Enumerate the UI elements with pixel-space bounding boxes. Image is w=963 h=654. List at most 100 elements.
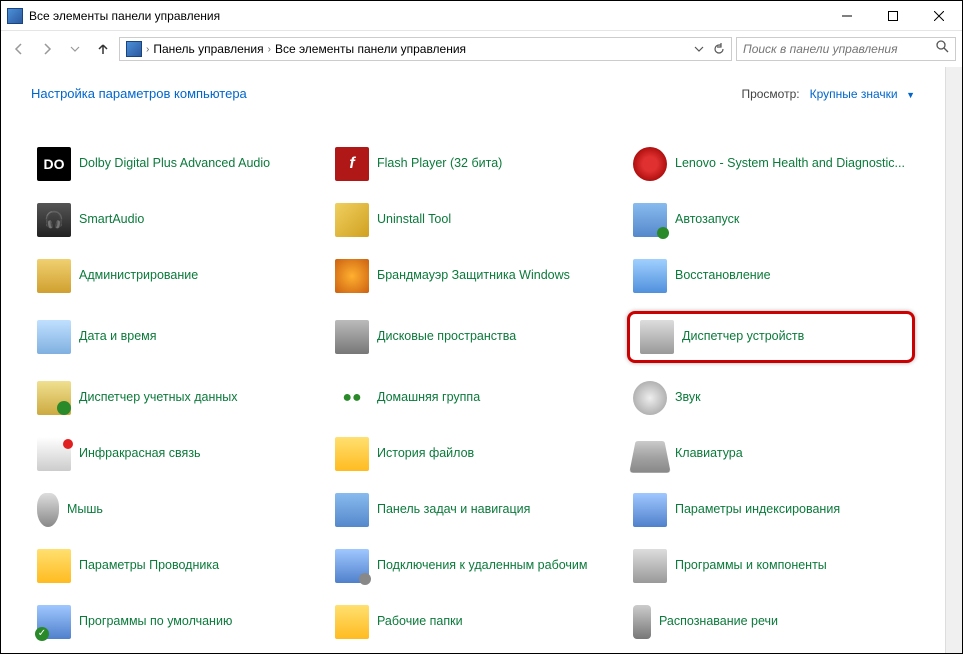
default-icon <box>37 605 71 639</box>
item-label: Брандмауэр Защитника Windows <box>377 268 570 284</box>
control-panel-item[interactable]: Параметры Проводника <box>31 545 319 587</box>
homegroup-icon: ●● <box>335 381 369 415</box>
control-panel-item[interactable]: Рабочие папки <box>329 601 617 643</box>
view-label: Просмотр: <box>741 87 799 101</box>
control-panel-item[interactable]: Мышь <box>31 489 319 531</box>
breadcrumb-current[interactable]: Все элементы панели управления <box>271 42 470 56</box>
uninstall-icon <box>335 203 369 237</box>
recent-button[interactable] <box>63 37 87 61</box>
page-title: Настройка параметров компьютера <box>31 86 741 101</box>
disk-icon <box>335 320 369 354</box>
minimize-button[interactable] <box>824 1 870 31</box>
item-label: Администрирование <box>79 268 198 284</box>
control-panel-item[interactable]: 🎧 SmartAudio <box>31 199 319 241</box>
window-title: Все элементы панели управления <box>29 9 824 23</box>
taskbar-icon <box>335 493 369 527</box>
item-label: Домашняя группа <box>377 390 480 406</box>
item-label: Параметры индексирования <box>675 502 840 518</box>
control-panel-item[interactable]: Программы и компоненты <box>627 545 915 587</box>
forward-button[interactable] <box>35 37 59 61</box>
back-button[interactable] <box>7 37 31 61</box>
item-label: Дисковые пространства <box>377 329 516 345</box>
control-panel-icon <box>126 41 142 57</box>
item-label: Панель задач и навигация <box>377 502 530 518</box>
control-panel-item[interactable]: Распознавание речи <box>627 601 915 643</box>
infrared-icon <box>37 437 71 471</box>
autostart-icon <box>633 203 667 237</box>
breadcrumb-root[interactable]: Панель управления <box>149 42 267 56</box>
window-controls <box>824 1 962 31</box>
search-input[interactable] <box>743 42 936 56</box>
items-grid: DO Dolby Digital Plus Advanced Audio f Flas… <box>31 143 915 643</box>
item-label: Dolby Digital Plus Advanced Audio <box>79 156 270 172</box>
dolby-icon: DO <box>37 147 71 181</box>
scrollbar[interactable] <box>945 67 962 653</box>
flash-icon: f <box>335 147 369 181</box>
control-panel-item[interactable]: Подключения к удаленным рабочим <box>329 545 617 587</box>
control-panel-item[interactable]: Восстановление <box>627 255 915 297</box>
address-bar[interactable]: › Панель управления › Все элементы панел… <box>119 37 732 61</box>
firewall-icon <box>335 259 369 293</box>
item-label: SmartAudio <box>79 212 144 228</box>
item-label: Программы по умолчанию <box>79 614 232 630</box>
control-panel-item[interactable]: Программы по умолчанию <box>31 601 319 643</box>
item-label: Uninstall Tool <box>377 212 451 228</box>
history-icon <box>335 437 369 471</box>
control-panel-item[interactable]: Клавиатура <box>627 433 915 475</box>
admin-icon <box>37 259 71 293</box>
sound-icon <box>633 381 667 415</box>
control-panel-item[interactable]: Брандмауэр Защитника Windows <box>329 255 617 297</box>
programs-icon <box>633 549 667 583</box>
up-button[interactable] <box>91 37 115 61</box>
item-label: Восстановление <box>675 268 771 284</box>
search-icon[interactable] <box>936 40 949 58</box>
control-panel-item[interactable]: ●● Домашняя группа <box>329 377 617 419</box>
control-panel-item[interactable]: Панель задач и навигация <box>329 489 617 531</box>
item-label: Программы и компоненты <box>675 558 827 574</box>
explorer-icon <box>37 549 71 583</box>
item-label: Подключения к удаленным рабочим <box>377 558 588 574</box>
control-panel-item[interactable]: Диспетчер учетных данных <box>31 377 319 419</box>
control-panel-item[interactable]: Lenovo - System Health and Diagnostic... <box>627 143 915 185</box>
item-label: Дата и время <box>79 329 157 345</box>
speech-icon <box>633 605 651 639</box>
lenovo-icon <box>633 147 667 181</box>
creds-icon <box>37 381 71 415</box>
address-dropdown-button[interactable] <box>689 39 709 59</box>
control-panel-item[interactable]: f Flash Player (32 бита) <box>329 143 617 185</box>
app-icon <box>7 8 23 24</box>
devmgr-icon <box>640 320 674 354</box>
smartaudio-icon: 🎧 <box>37 203 71 237</box>
chevron-down-icon: ▼ <box>906 90 915 100</box>
item-label: Клавиатура <box>675 446 743 462</box>
titlebar: Все элементы панели управления <box>1 1 962 31</box>
item-label: Мышь <box>67 502 103 518</box>
search-box[interactable] <box>736 37 956 61</box>
item-label: Автозапуск <box>675 212 739 228</box>
item-label: Распознавание речи <box>659 614 778 630</box>
control-panel-item[interactable]: Дата и время <box>31 311 319 363</box>
control-panel-item[interactable]: Диспетчер устройств <box>627 311 915 363</box>
remote-icon <box>335 549 369 583</box>
control-panel-item[interactable]: Uninstall Tool <box>329 199 617 241</box>
item-label: Рабочие папки <box>377 614 463 630</box>
item-label: Звук <box>675 390 701 406</box>
control-panel-item[interactable]: Звук <box>627 377 915 419</box>
control-panel-item[interactable]: Автозапуск <box>627 199 915 241</box>
datetime-icon <box>37 320 71 354</box>
control-panel-item[interactable]: История файлов <box>329 433 617 475</box>
control-panel-item[interactable]: Дисковые пространства <box>329 311 617 363</box>
control-panel-item[interactable]: Инфракрасная связь <box>31 433 319 475</box>
control-panel-item[interactable]: Параметры индексирования <box>627 489 915 531</box>
refresh-button[interactable] <box>709 39 729 59</box>
navbar: › Панель управления › Все элементы панел… <box>1 31 962 67</box>
item-label: Диспетчер устройств <box>682 329 804 345</box>
maximize-button[interactable] <box>870 1 916 31</box>
control-panel-item[interactable]: DO Dolby Digital Plus Advanced Audio <box>31 143 319 185</box>
item-label: История файлов <box>377 446 474 462</box>
item-label: Flash Player (32 бита) <box>377 156 502 172</box>
control-panel-item[interactable]: Администрирование <box>31 255 319 297</box>
close-button[interactable] <box>916 1 962 31</box>
view-selector[interactable]: Крупные значки ▼ <box>810 85 915 103</box>
item-label: Lenovo - System Health and Diagnostic... <box>675 156 905 172</box>
